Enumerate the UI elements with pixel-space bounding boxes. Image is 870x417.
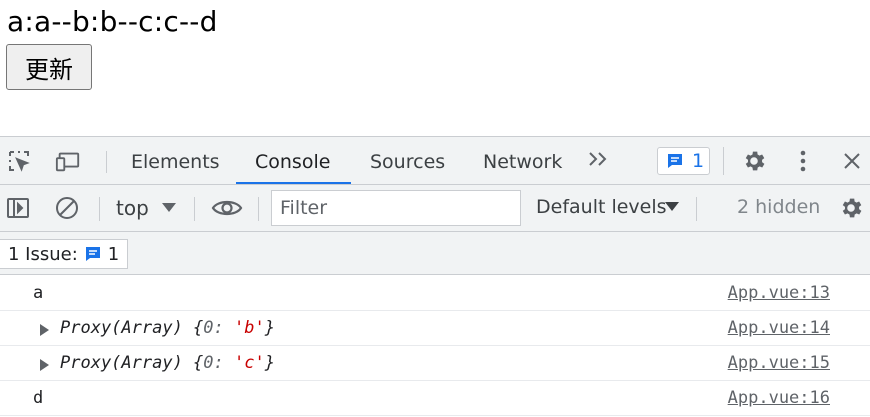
toolbar-divider bbox=[258, 197, 259, 221]
console-row: d App.vue:16 bbox=[0, 381, 870, 416]
tab-network[interactable]: Network bbox=[483, 137, 562, 185]
active-tab-indicator bbox=[236, 182, 351, 184]
object-value: 'b' bbox=[234, 318, 265, 338]
toolbar-divider bbox=[723, 147, 724, 175]
inspect-element-icon[interactable] bbox=[6, 148, 32, 174]
messages-count: 1 bbox=[692, 150, 705, 172]
console-output: a App.vue:13 Proxy(Array) {0: 'b'} App.v… bbox=[0, 276, 870, 416]
console-row: Proxy(Array) {0: 'b'} App.vue:14 bbox=[0, 311, 870, 346]
tab-sources[interactable]: Sources bbox=[370, 137, 445, 185]
console-message: d bbox=[33, 388, 44, 408]
page-text: a:a--b:b--c:c--d bbox=[7, 5, 218, 38]
expand-triangle-icon[interactable] bbox=[40, 324, 49, 336]
source-link[interactable]: App.vue:15 bbox=[728, 353, 830, 373]
console-toolbar: top Default levels 2 hidden bbox=[0, 185, 870, 232]
messages-badge[interactable]: 1 bbox=[657, 147, 710, 175]
object-suffix: } bbox=[264, 318, 275, 338]
source-link[interactable]: App.vue:13 bbox=[728, 283, 830, 303]
devtools-tabbar: Elements Console Sources Network 1 bbox=[0, 137, 870, 185]
context-selector[interactable]: top bbox=[116, 196, 149, 220]
settings-gear-icon[interactable] bbox=[741, 148, 767, 174]
tab-console[interactable]: Console bbox=[255, 137, 330, 185]
toolbar-divider bbox=[696, 197, 697, 221]
clear-console-icon[interactable] bbox=[54, 195, 80, 221]
source-link[interactable]: App.vue:16 bbox=[728, 388, 830, 408]
devtools-panel: Elements Console Sources Network 1 top F… bbox=[0, 136, 870, 417]
filter-input[interactable] bbox=[271, 190, 521, 226]
object-value: 'c' bbox=[234, 353, 265, 373]
issue-message-icon bbox=[85, 247, 100, 261]
toolbar-divider bbox=[106, 151, 107, 173]
object-key: 0: bbox=[203, 318, 224, 338]
object-key: 0: bbox=[203, 353, 224, 373]
source-link[interactable]: App.vue:14 bbox=[728, 318, 830, 338]
hidden-messages-count: 2 hidden bbox=[737, 196, 821, 218]
console-message: a bbox=[33, 283, 44, 303]
object-suffix: } bbox=[264, 353, 275, 373]
device-toolbar-icon[interactable] bbox=[55, 148, 81, 174]
update-button[interactable]: 更新 bbox=[6, 44, 92, 90]
issues-label: 1 Issue: bbox=[8, 243, 78, 265]
message-icon bbox=[668, 154, 682, 168]
tab-elements[interactable]: Elements bbox=[131, 137, 220, 185]
toolbar-divider bbox=[99, 197, 100, 221]
object-prefix: Proxy(Array) { bbox=[60, 353, 204, 373]
sidebar-toggle-icon[interactable] bbox=[5, 195, 31, 221]
issues-button[interactable]: 1 Issue: 1 bbox=[0, 239, 129, 269]
console-row: Proxy(Array) {0: 'c'} App.vue:15 bbox=[0, 346, 870, 381]
more-tabs-icon[interactable] bbox=[586, 147, 612, 177]
toolbar-divider bbox=[194, 197, 195, 221]
issues-count: 1 bbox=[107, 243, 120, 265]
console-object[interactable]: Proxy(Array) {0: 'b'} bbox=[60, 318, 275, 338]
object-prefix: Proxy(Array) { bbox=[60, 318, 204, 338]
levels-dropdown-icon[interactable] bbox=[665, 202, 679, 211]
console-row: a App.vue:13 bbox=[0, 276, 870, 311]
close-icon[interactable] bbox=[839, 148, 865, 174]
context-dropdown-icon[interactable] bbox=[162, 203, 176, 212]
log-levels-selector[interactable]: Default levels bbox=[536, 196, 667, 218]
more-options-icon[interactable] bbox=[790, 148, 816, 174]
expand-triangle-icon[interactable] bbox=[40, 359, 49, 371]
eye-icon[interactable] bbox=[210, 195, 244, 221]
issues-bar: 1 Issue: 1 bbox=[0, 232, 870, 275]
console-object[interactable]: Proxy(Array) {0: 'c'} bbox=[60, 353, 275, 373]
console-settings-gear-icon[interactable] bbox=[838, 195, 864, 221]
